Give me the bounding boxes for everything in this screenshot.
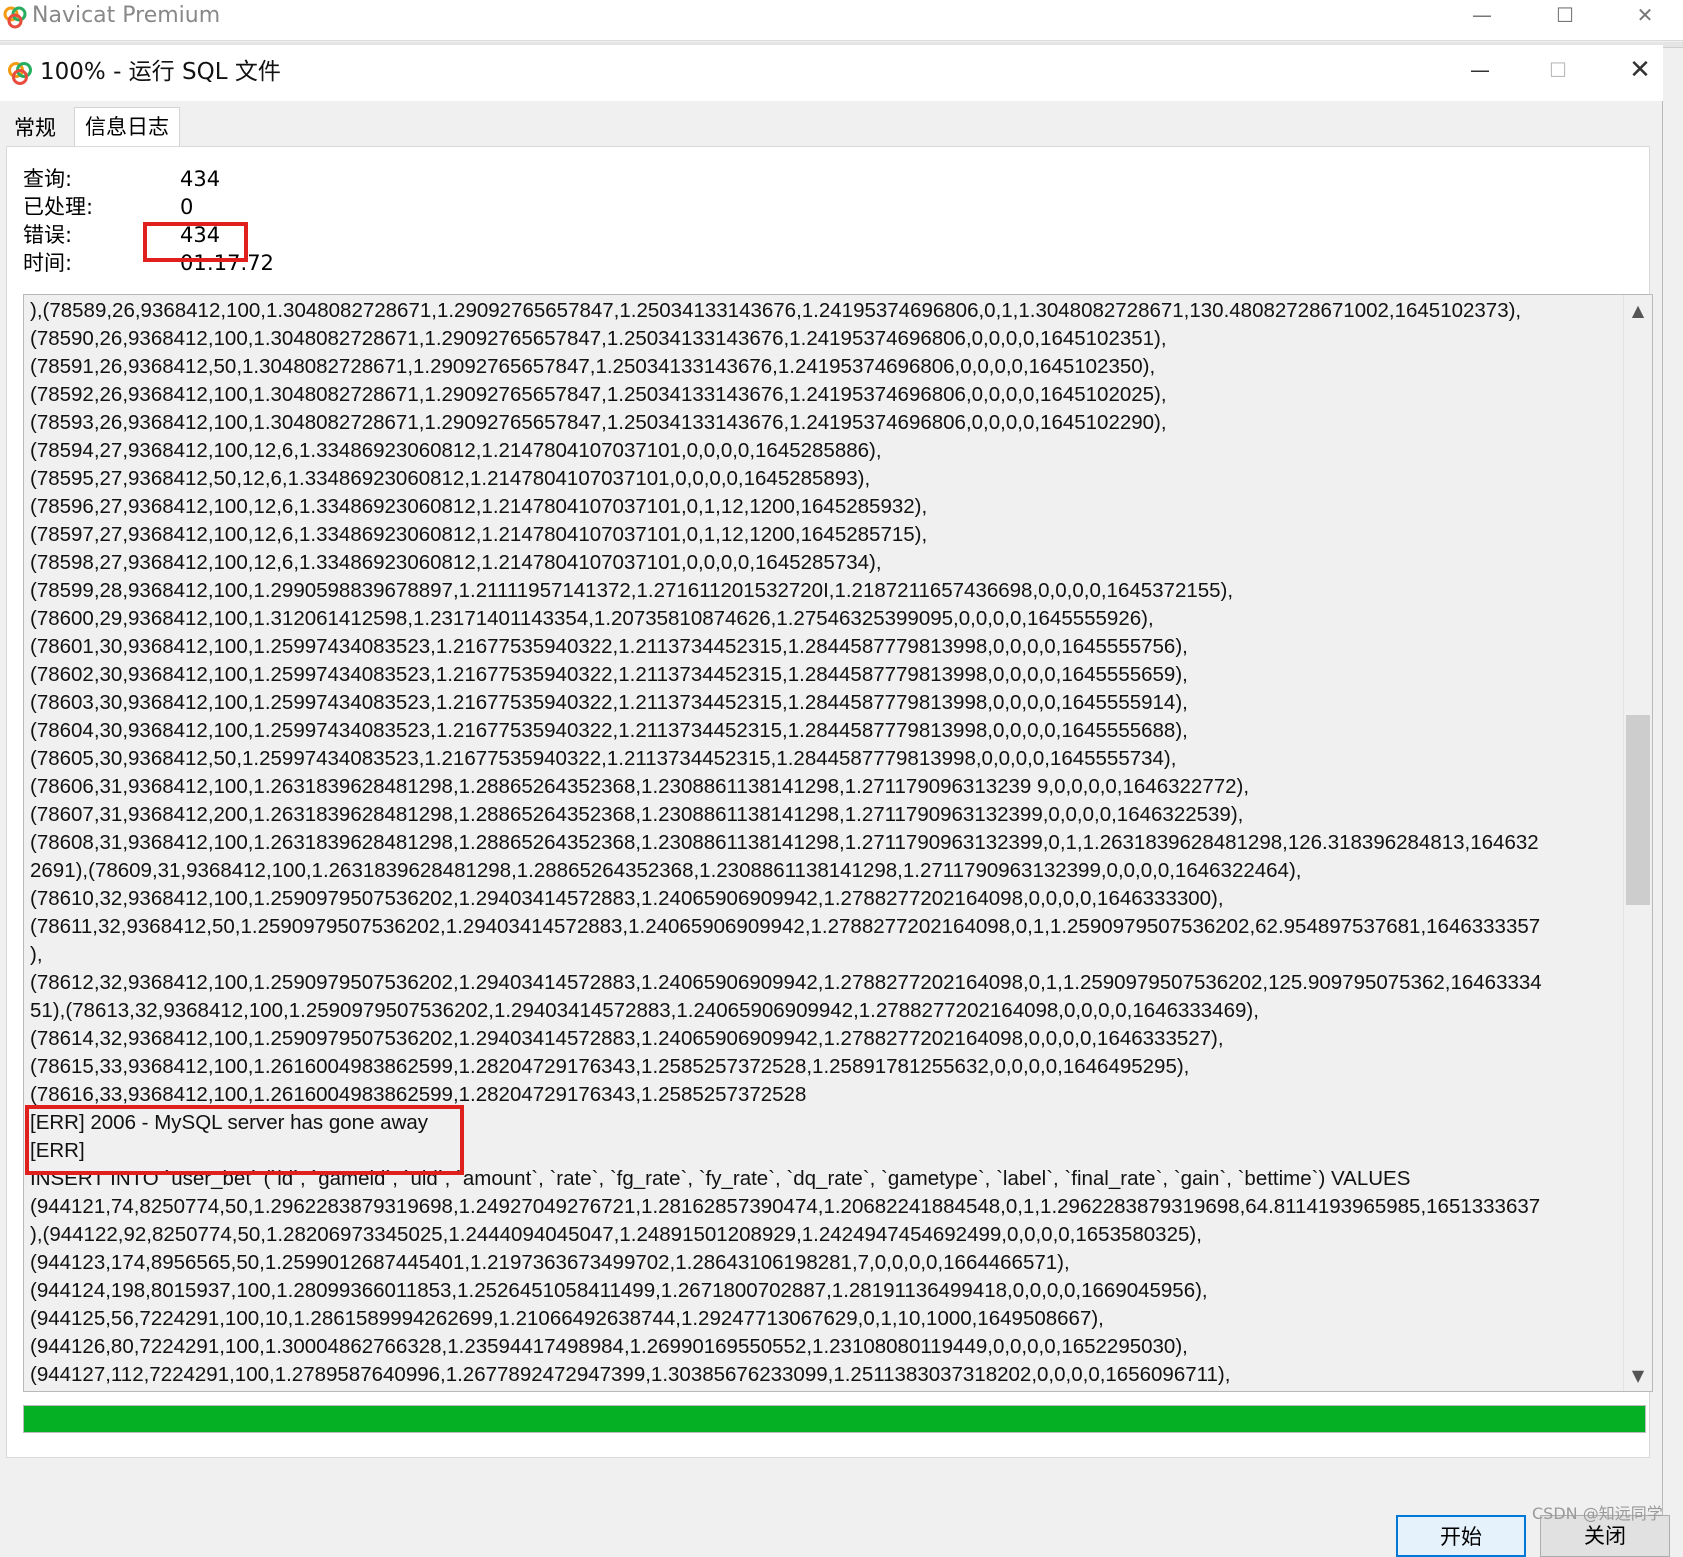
app-maximize-button[interactable]: ☐ (1530, 0, 1600, 34)
log-line: (944121,74,8250774,50,1.2962283879319698… (30, 1195, 1541, 1218)
message-log-panel: 查询: 434 已处理: 0 错误: 434 时间: 01:17.72 ),(7… (6, 146, 1653, 1458)
log-line: (78600,29,9368412,100,1.312061412598,1.2… (30, 607, 1154, 630)
app-title: Navicat Premium (32, 3, 221, 28)
log-line: (944123,174,8956565,50,1.259901268744540… (30, 1251, 1070, 1274)
log-line: (78590,26,9368412,100,1.3048082728671,1.… (30, 327, 1167, 350)
stat-value: 01:17.72 (180, 251, 274, 275)
log-line: (78598,27,9368412,100,12,6,1.33486923060… (30, 551, 882, 574)
stat-label: 已处理: (23, 195, 94, 219)
log-line: (78611,32,9368412,50,1.2590979507536202,… (30, 915, 1541, 938)
log-line: (78592,26,9368412,100,1.3048082728671,1.… (30, 383, 1167, 406)
log-line: (78597,27,9368412,100,12,6,1.33486923060… (30, 523, 928, 546)
log-line: (944127,112,7224291,100,1.2789587640996,… (30, 1363, 1231, 1386)
log-line: (78596,27,9368412,100,12,6,1.33486923060… (30, 495, 928, 518)
log-line: (78608,31,9368412,100,1.2631839628481298… (30, 831, 1539, 854)
watermark: CSDN @知远同学 (1532, 1504, 1663, 1523)
app-minimize-button[interactable]: — (1447, 0, 1517, 34)
log-line: ), (30, 943, 43, 966)
log-line: ),(944122,92,8250774,50,1.28206973345025… (30, 1223, 1202, 1246)
scroll-thumb[interactable] (1626, 715, 1650, 905)
log-line: (78591,26,9368412,50,1.3048082728671,1.2… (30, 355, 1156, 378)
app-titlebar: Navicat Premium — ☐ ✕ (0, 0, 1683, 41)
log-scrollbar[interactable]: ▲ ▼ (1623, 295, 1652, 1391)
log-line: (78602,30,9368412,100,1.25997434083523,1… (30, 663, 1188, 686)
log-line: (78595,27,9368412,50,12,6,1.334869230608… (30, 467, 871, 490)
log-line: [ERR] (30, 1139, 85, 1162)
log-line: (78616,33,9368412,100,1.2616004983862599… (30, 1083, 807, 1106)
log-line: (78593,26,9368412,100,1.3048082728671,1.… (30, 411, 1167, 434)
log-line: ),(78589,26,9368412,100,1.3048082728671,… (30, 299, 1522, 322)
dialog-titlebar: 100% - 运行 SQL 文件 — ☐ ✕ (0, 45, 1663, 101)
stat-value: 434 (180, 223, 221, 247)
dialog-title: 100% - 运行 SQL 文件 (40, 59, 281, 85)
navicat-logo-icon (8, 62, 32, 85)
stat-label: 查询: (23, 167, 73, 191)
log-line: (944125,56,7224291,100,10,1.286158999426… (30, 1307, 1104, 1330)
tab-general[interactable]: 常规 (4, 111, 78, 145)
log-line: (78605,30,9368412,50,1.25997434083523,1.… (30, 747, 1177, 770)
scroll-down-icon[interactable]: ▼ (1624, 1366, 1652, 1385)
log-line: (78610,32,9368412,100,1.2590979507536202… (30, 887, 1224, 910)
run-sql-dialog: 100% - 运行 SQL 文件 — ☐ ✕ 常规 信息日志 查询: 434 已… (0, 45, 1670, 1557)
log-line: (78615,33,9368412,100,1.2616004983862599… (30, 1055, 1190, 1078)
log-line: 51),(78613,32,9368412,100,1.259097950753… (30, 999, 1259, 1022)
log-line: (78607,31,9368412,200,1.2631839628481298… (30, 803, 1244, 826)
progress-fill (24, 1406, 1645, 1432)
app-close-button[interactable]: ✕ (1610, 0, 1680, 34)
dialog-close-button[interactable]: ✕ (1605, 55, 1675, 89)
progress-bar (23, 1405, 1646, 1433)
log-line: [ERR] 2006 - MySQL server has gone away (30, 1111, 429, 1134)
stat-label: 错误: (23, 223, 73, 247)
dialog-maximize-button[interactable]: ☐ (1523, 55, 1593, 89)
tab-message-log[interactable]: 信息日志 (74, 107, 180, 146)
scroll-up-icon[interactable]: ▲ (1624, 301, 1652, 320)
dialog-minimize-button[interactable]: — (1445, 55, 1515, 89)
log-line: (944126,80,7224291,100,1.30004862766328,… (30, 1335, 1188, 1358)
log-line: (78599,28,9368412,100,1.2990598839678897… (30, 579, 1234, 602)
start-button[interactable]: 开始 (1396, 1515, 1526, 1557)
log-line: (78601,30,9368412,100,1.25997434083523,1… (30, 635, 1188, 658)
log-line: INSERT INTO `user_bet` (`id`, `gameid`, … (30, 1167, 1411, 1190)
log-line: (78594,27,9368412,100,12,6,1.33486923060… (30, 439, 882, 462)
log-line: (78603,30,9368412,100,1.25997434083523,1… (30, 691, 1188, 714)
log-line: (78614,32,9368412,100,1.2590979507536202… (30, 1027, 1224, 1050)
log-text: ),(78589,26,9368412,100,1.3048082728671,… (30, 297, 1630, 1389)
log-line: (944124,198,8015937,100,1.28099366011853… (30, 1279, 1208, 1302)
log-line: 2691),(78609,31,9368412,100,1.2631839628… (30, 859, 1302, 882)
stat-value: 434 (180, 167, 221, 191)
log-line: (78604,30,9368412,100,1.25997434083523,1… (30, 719, 1188, 742)
stat-label: 时间: (23, 251, 73, 275)
navicat-logo-icon (3, 6, 27, 29)
log-line: (78606,31,9368412,100,1.2631839628481298… (30, 775, 1250, 798)
stat-value: 0 (180, 195, 194, 219)
log-output[interactable]: ),(78589,26,9368412,100,1.3048082728671,… (23, 294, 1653, 1392)
log-line: (78612,32,9368412,100,1.2590979507536202… (30, 971, 1542, 994)
